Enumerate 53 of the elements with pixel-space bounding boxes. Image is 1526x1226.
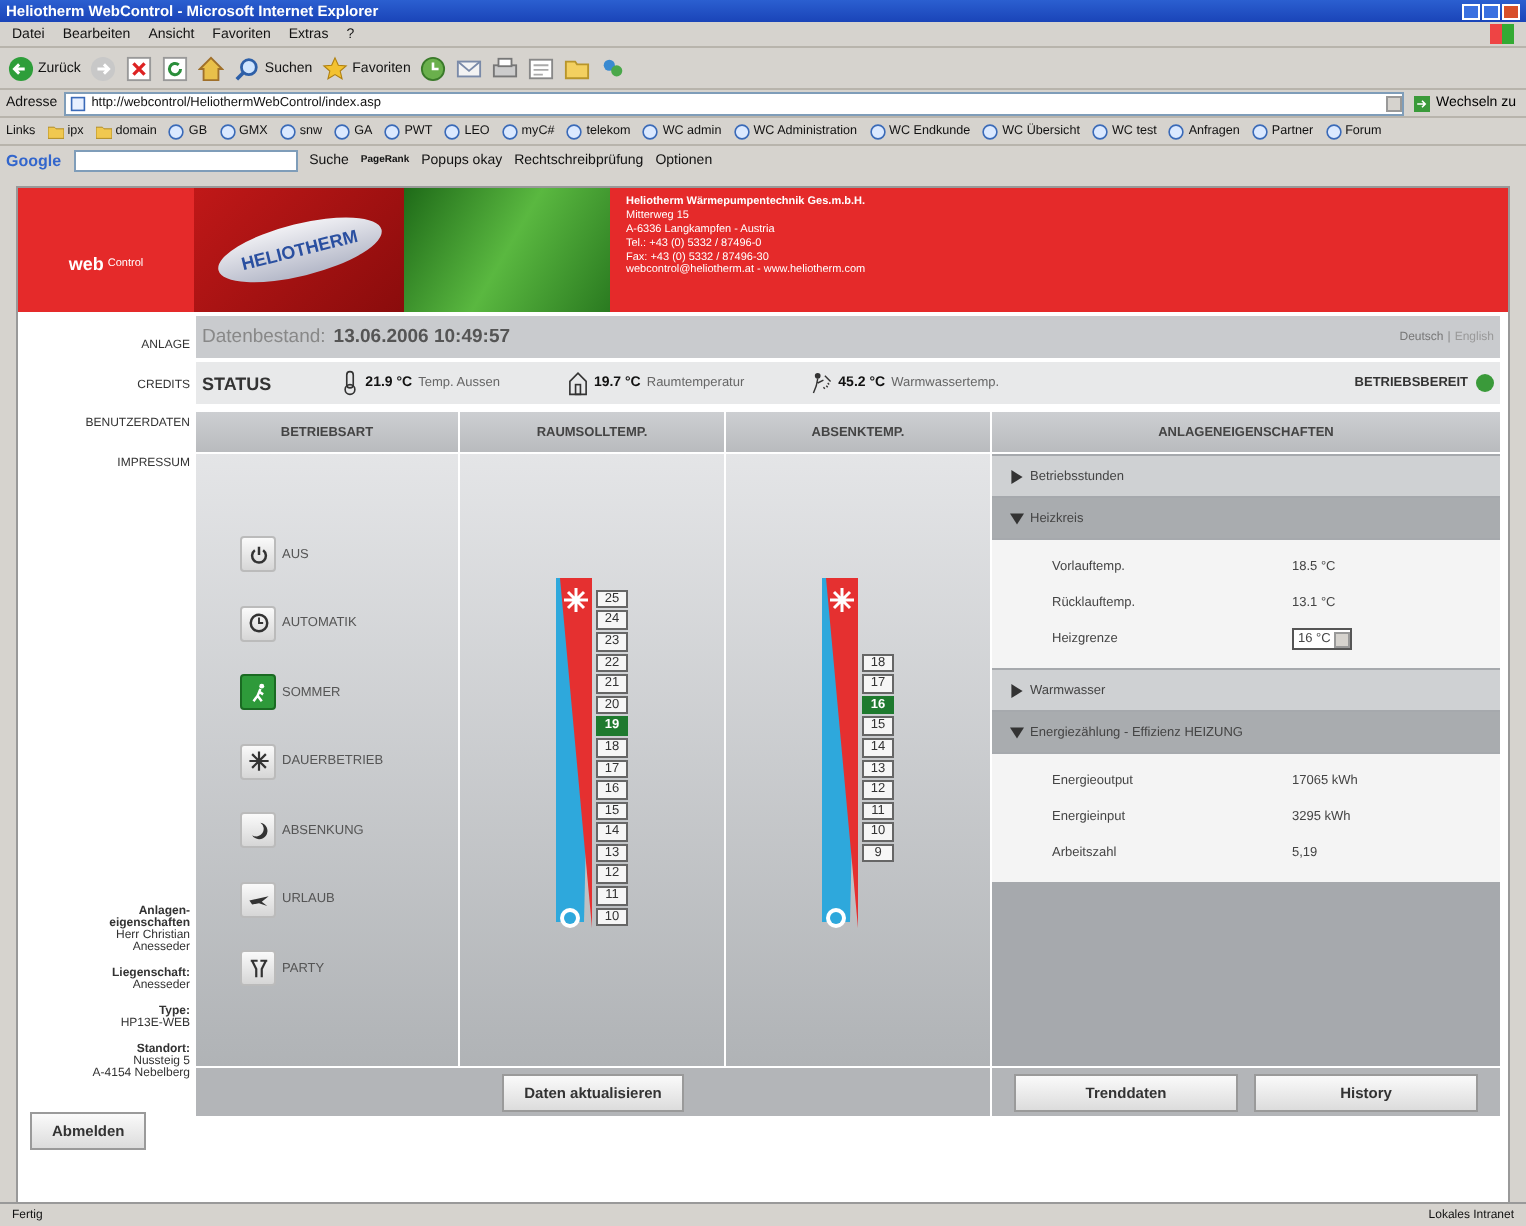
glasses-icon: [247, 957, 269, 979]
page-icon: [279, 123, 296, 139]
history-icon[interactable]: [420, 55, 447, 81]
page-icon: [444, 123, 461, 139]
page-icon: [1325, 123, 1342, 139]
house-icon: [567, 370, 588, 396]
timestamp-label: Datenbestand:: [202, 326, 326, 348]
timestamp-value: 13.06.2006 10:49:57: [333, 326, 511, 348]
product-logo: web: [68, 254, 104, 274]
edit-icon[interactable]: [528, 55, 555, 81]
page-icon: [566, 123, 583, 139]
status-title: STATUS: [202, 373, 272, 393]
page-icon: [219, 123, 236, 139]
page-icon: [1168, 123, 1185, 139]
search-icon: [234, 55, 261, 81]
shower-icon: [812, 370, 833, 396]
printer-icon[interactable]: [492, 55, 519, 81]
close-button[interactable]: [1502, 3, 1520, 19]
google-search-field[interactable]: [73, 149, 298, 171]
minimize-button[interactable]: [1462, 3, 1480, 19]
page-icon: [1251, 123, 1268, 139]
thermometer-icon: [339, 370, 360, 396]
page-icon: [982, 123, 999, 139]
caret-down-icon: [1010, 725, 1024, 739]
folder-icon[interactable]: [564, 55, 591, 81]
clock-icon: [247, 612, 269, 634]
walking-person-icon: [247, 681, 269, 703]
asterisk-icon: [247, 750, 269, 772]
caret-right-icon: [1010, 469, 1024, 483]
caret-down-icon: [1010, 511, 1024, 525]
stop-icon[interactable]: [126, 55, 153, 81]
home-icon[interactable]: [198, 55, 225, 81]
page-icon: [869, 123, 885, 139]
page-icon: [642, 123, 659, 139]
google-logo: Google: [6, 151, 62, 169]
page-icon: [384, 123, 401, 139]
messenger-icon[interactable]: [600, 55, 627, 81]
page-icon: [733, 123, 750, 139]
page-icon: [1091, 123, 1108, 139]
moon-icon: [247, 819, 269, 841]
go-arrow-icon: [1414, 95, 1431, 111]
folder-icon: [95, 123, 112, 139]
mail-icon[interactable]: [456, 55, 483, 81]
page-icon: [501, 123, 518, 139]
power-icon: [247, 543, 269, 565]
page-icon: [334, 123, 351, 139]
star-icon: [322, 55, 349, 81]
caret-right-icon: [1010, 683, 1024, 697]
folder-icon: [47, 123, 64, 139]
maximize-button[interactable]: [1482, 3, 1500, 19]
page-icon: [69, 95, 86, 111]
refresh-icon[interactable]: [162, 55, 189, 81]
page-icon: [168, 123, 185, 139]
